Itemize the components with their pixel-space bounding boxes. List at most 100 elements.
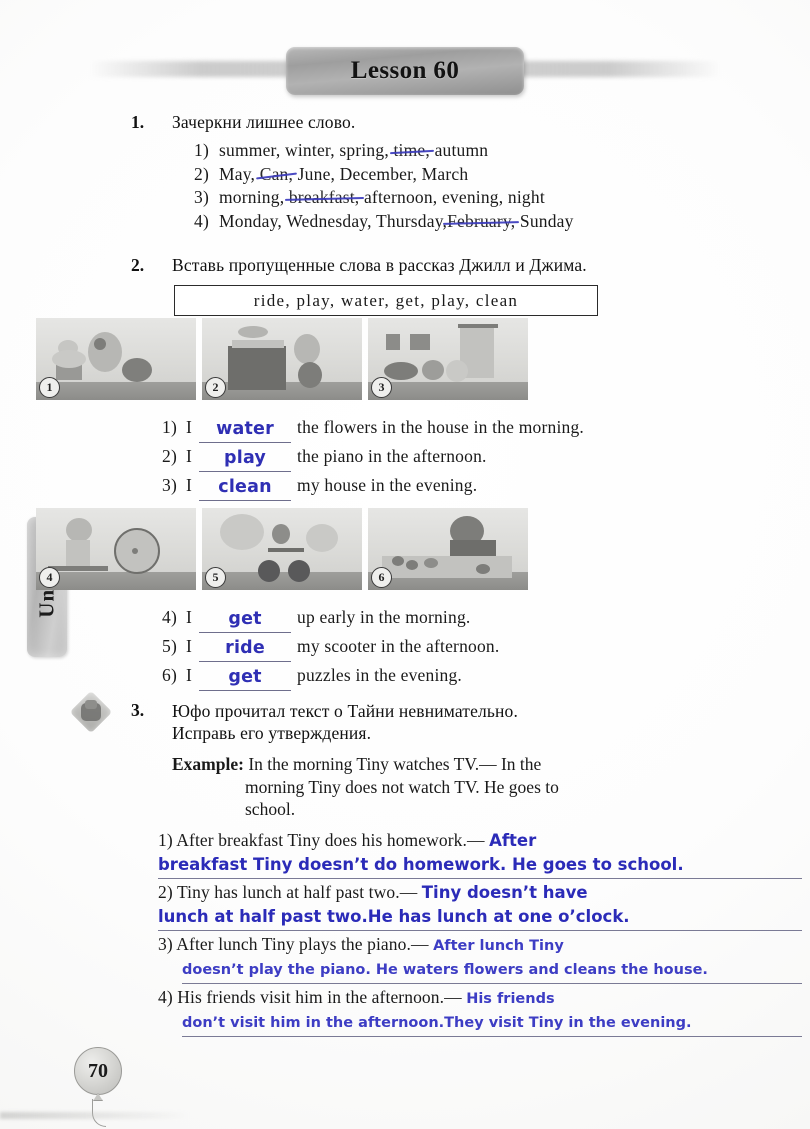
handwritten-correction-line-2: doesn’t play the piano. He waters flower…: [182, 958, 802, 984]
exercise-1-instruction: Зачеркни лишнее слово.: [172, 112, 356, 132]
lesson-banner: Lesson 60: [286, 47, 524, 95]
handwritten-correction-line-2: lunch at half past two.He has lunch at o…: [158, 905, 802, 931]
exercise-1-list: 1) summer, winter, spring, time, autumn 2…: [194, 139, 792, 233]
handwritten-answer: ride: [225, 638, 265, 658]
exercise-2-answers-group-1: 1) I water the flowers in the house in t…: [162, 414, 584, 501]
handwritten-answer: get: [228, 609, 262, 629]
item-label: 3): [194, 187, 209, 207]
example-line-2: morning Tiny does not watch TV. He goes …: [245, 776, 559, 797]
picture-watering-flowers: 1: [36, 318, 196, 400]
example-line-3: school.: [245, 799, 296, 819]
answer-subject: I: [186, 475, 193, 495]
picture-badge-3: 3: [371, 377, 392, 398]
word-bank-text: ride, play, water, get, play, clean: [253, 290, 519, 310]
lesson-title: Lesson 60: [350, 57, 460, 84]
answer-blank[interactable]: clean: [199, 472, 292, 501]
exercise-2-instruction: Вставь пропущенные слова в рассказ Джилл…: [172, 255, 587, 275]
answer-blank[interactable]: play: [199, 443, 292, 472]
answer-subject: I: [186, 607, 193, 627]
handwritten-correction-line-1: After lunch Tiny: [433, 937, 564, 954]
answer-rest: my house in the evening.: [297, 475, 478, 495]
answer-row: 4) I get up early in the morning.: [162, 604, 499, 633]
crossed-out-word[interactable]: time,: [389, 139, 434, 163]
item-text-after: Sunday: [519, 210, 574, 231]
answer-rest: my scooter in the afternoon.: [297, 636, 500, 656]
question-printed-text: After lunch Tiny plays the piano.—: [176, 933, 429, 954]
answer-rest: the piano in the afternoon.: [297, 446, 487, 466]
answer-subject: I: [186, 665, 193, 685]
page-number: 70: [88, 1059, 108, 1082]
answer-blank[interactable]: get: [199, 604, 292, 633]
picture-row-1: 1 2 3: [36, 318, 528, 400]
exercise-3-number: 3.: [131, 700, 145, 720]
question-row: 2) Tiny has lunch at half past two.— Tin…: [158, 880, 802, 931]
handwritten-answer: play: [224, 448, 267, 468]
item-text-before: May,: [219, 163, 256, 184]
exercise-1-number: 1.: [131, 112, 145, 132]
picture-badge-2: 2: [205, 377, 226, 398]
crossed-out-word[interactable]: breakfast,: [284, 186, 364, 210]
item-label: 4): [194, 210, 209, 231]
question-printed-text: His friends visit him in the afternoon.—: [177, 986, 462, 1007]
answer-row: 3) I clean my house in the evening.: [162, 472, 584, 501]
handwritten-correction-line-1: After: [489, 830, 537, 850]
word-bank-box: ride, play, water, get, play, clean: [174, 285, 598, 316]
picture-badge-4: 4: [39, 567, 60, 588]
answer-subject: I: [186, 446, 193, 466]
item-text-after: June, December, March: [297, 163, 469, 184]
handwritten-answer: clean: [218, 477, 272, 497]
list-item: 4) Monday, Wednesday, Thursday,February, …: [194, 210, 792, 234]
handwritten-answer: get: [228, 667, 262, 687]
picture-playing-piano: 2: [202, 318, 362, 400]
question-label: 3): [158, 933, 173, 954]
handwritten-correction-line-2: don’t visit him in the afternoon.They vi…: [182, 1011, 802, 1037]
list-item: 2) May, Can, June, December, March: [194, 163, 792, 187]
answer-subject: I: [186, 636, 193, 656]
lesson-header: Lesson 60: [0, 47, 810, 95]
answer-rest: up early in the morning.: [297, 607, 471, 627]
list-item: 1) summer, winter, spring, time, autumn: [194, 139, 792, 163]
question-printed-text: After breakfast Tiny does his homework.—: [176, 829, 485, 850]
exercise-2: 2. Вставь пропущенные слова в рассказ Дж…: [131, 255, 792, 316]
answer-label: 3): [162, 475, 177, 495]
example-block: Example: In the morning Tiny watches TV.…: [172, 753, 802, 821]
answer-blank[interactable]: ride: [199, 633, 292, 662]
answer-row: 1) I water the flowers in the house in t…: [162, 414, 584, 443]
answer-label: 4): [162, 607, 177, 627]
exercise-2-number: 2.: [131, 255, 145, 275]
picture-doing-puzzles: 6: [368, 508, 528, 590]
list-item: 3) morning, breakfast, afternoon, evening…: [194, 186, 792, 210]
question-row: 3) After lunch Tiny plays the piano.— Af…: [158, 932, 802, 984]
crossed-out-word[interactable]: Can,: [255, 163, 298, 187]
exercise-3: 3. Юфо прочитал текст о Тайни невнимател…: [69, 690, 802, 1038]
item-text-before: morning,: [219, 187, 285, 207]
handwritten-correction-line-2: breakfast Tiny doesn’t do homework. He g…: [158, 853, 802, 879]
answer-blank[interactable]: water: [199, 414, 292, 443]
footer-smear-decoration: [0, 1112, 190, 1119]
picture-badge-5: 5: [205, 567, 226, 588]
item-text-before: Monday, Wednesday, Thursday,: [219, 210, 448, 231]
item-text-after: autumn: [434, 140, 489, 160]
item-text-after: afternoon, evening, night: [363, 187, 545, 207]
exercise-3-instruction-line-2: Исправь его утверждения.: [172, 723, 372, 743]
answer-label: 6): [162, 665, 177, 685]
picture-riding-scooter: 5: [202, 508, 362, 590]
picture-row-2: 4 5 6: [36, 508, 528, 590]
answer-blank[interactable]: get: [199, 662, 292, 691]
question-label: 1): [158, 829, 173, 850]
handwritten-answer: water: [216, 419, 274, 439]
question-row: 1) After breakfast Tiny does his homewor…: [158, 828, 802, 879]
page-number-balloon: 70: [74, 1047, 122, 1095]
answer-rest: the flowers in the house in the morning.: [297, 417, 585, 437]
answer-row: 5) I ride my scooter in the afternoon.: [162, 633, 499, 662]
crossed-out-word[interactable]: February,: [443, 210, 520, 234]
answer-label: 5): [162, 636, 177, 656]
answer-label: 2): [162, 446, 177, 466]
picture-waking-up: 4: [36, 508, 196, 590]
notebook-icon: [69, 690, 113, 734]
exercise-3-instruction-line-1: Юфо прочитал текст о Тайни невнимательно…: [172, 701, 518, 721]
question-printed-text: Tiny has lunch at half past two.—: [176, 881, 418, 902]
question-row: 4) His friends visit him in the afternoo…: [158, 985, 802, 1037]
answer-subject: I: [186, 417, 193, 437]
exercise-2-answers-group-2: 4) I get up early in the morning. 5) I r…: [162, 604, 499, 691]
